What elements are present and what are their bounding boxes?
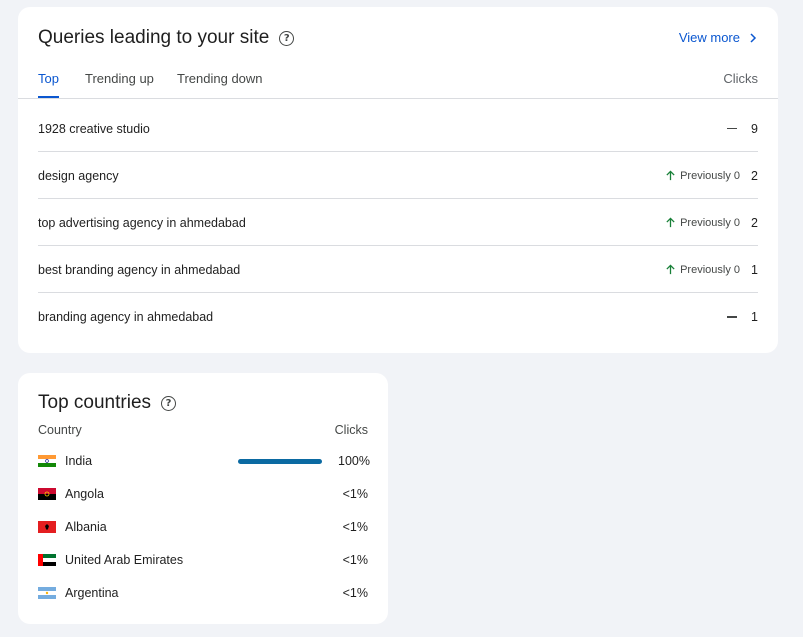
query-text: 1928 creative studio (38, 121, 150, 136)
country-column-header: Country (38, 423, 82, 437)
country-name: Angola (65, 487, 104, 501)
country-name: United Arab Emirates (65, 553, 184, 567)
countries-title-text: Top countries (38, 392, 152, 413)
query-row[interactable]: top advertising agency in ahmedabad Prev… (38, 200, 758, 246)
clicks-column-header: Clicks (723, 71, 758, 86)
tab-top[interactable]: Top (38, 71, 59, 98)
query-text: top advertising agency in ahmedabad (38, 215, 246, 230)
view-more-link[interactable]: View more (679, 30, 758, 45)
query-row[interactable]: 1928 creative studio 9 (38, 106, 758, 152)
query-clicks: 1 (751, 262, 758, 277)
country-name: Argentina (65, 586, 119, 600)
country-name: India (65, 454, 93, 468)
albania-flag-icon (38, 521, 56, 533)
country-row[interactable]: Angola <1% (38, 484, 368, 504)
country-percent: <1% (342, 586, 368, 600)
country-percent: <1% (342, 553, 368, 567)
countries-title: Top countries ? (38, 392, 177, 414)
chevron-right-icon (750, 32, 757, 43)
country-percent: <1% (342, 520, 368, 534)
query-row[interactable]: branding agency in ahmedabad 1 (38, 294, 758, 340)
queries-card: Queries leading to your site ? View more… (18, 7, 778, 353)
query-clicks: 2 (751, 168, 758, 183)
trend-text: Previously 0 (680, 263, 740, 276)
arrow-up-icon (666, 264, 675, 275)
no-change-dash-icon (727, 127, 737, 130)
country-percent: 100% (338, 454, 370, 468)
query-text: branding agency in ahmedabad (38, 310, 214, 324)
help-icon[interactable]: ? (279, 30, 295, 46)
tab-trending-down[interactable]: Trending down (177, 71, 263, 98)
no-change-dash-icon (727, 316, 737, 318)
query-clicks: 1 (751, 310, 758, 324)
country-name: Albania (65, 520, 107, 534)
trend-indicator: Previously 0 (665, 264, 740, 276)
arrow-up-icon (666, 170, 675, 181)
query-clicks: 9 (751, 121, 758, 136)
queries-title: Queries leading to your site ? (38, 27, 295, 49)
help-icon[interactable]: ? (161, 395, 177, 411)
trend-indicator: Previously 0 (665, 170, 740, 182)
india-flag-icon (38, 455, 56, 467)
angola-flag-icon (38, 488, 56, 500)
view-more-label: View more (678, 30, 740, 45)
query-clicks: 2 (751, 215, 758, 230)
tab-trending-up[interactable]: Trending up (85, 71, 154, 98)
query-tabs: Top Trending up Trending down Clicks (18, 65, 778, 99)
query-text: best branding agency in ahmedabad (38, 262, 241, 277)
country-row[interactable]: Argentina <1% (38, 583, 368, 603)
country-row[interactable]: India 100% (38, 451, 370, 471)
country-row[interactable]: Albania <1% (38, 517, 368, 537)
queries-title-text: Queries leading to your site (38, 27, 270, 48)
trend-text: Previously 0 (680, 216, 740, 229)
trend-indicator: Previously 0 (665, 217, 740, 229)
arrow-up-icon (666, 217, 675, 228)
countries-card: Top countries ? Country Clicks India 100… (18, 373, 388, 624)
query-row[interactable]: design agency Previously 0 2 (38, 153, 758, 199)
clicks-column-header: Clicks (334, 423, 368, 437)
query-text: design agency (38, 168, 119, 183)
country-percent: <1% (342, 487, 368, 501)
argentina-flag-icon (38, 587, 56, 599)
query-row[interactable]: best branding agency in ahmedabad Previo… (38, 247, 758, 293)
share-bar-fill (238, 458, 322, 464)
trend-text: Previously 0 (680, 169, 740, 182)
share-bar (238, 458, 322, 464)
country-row[interactable]: United Arab Emirates <1% (38, 550, 368, 570)
uae-flag-icon (38, 554, 56, 566)
